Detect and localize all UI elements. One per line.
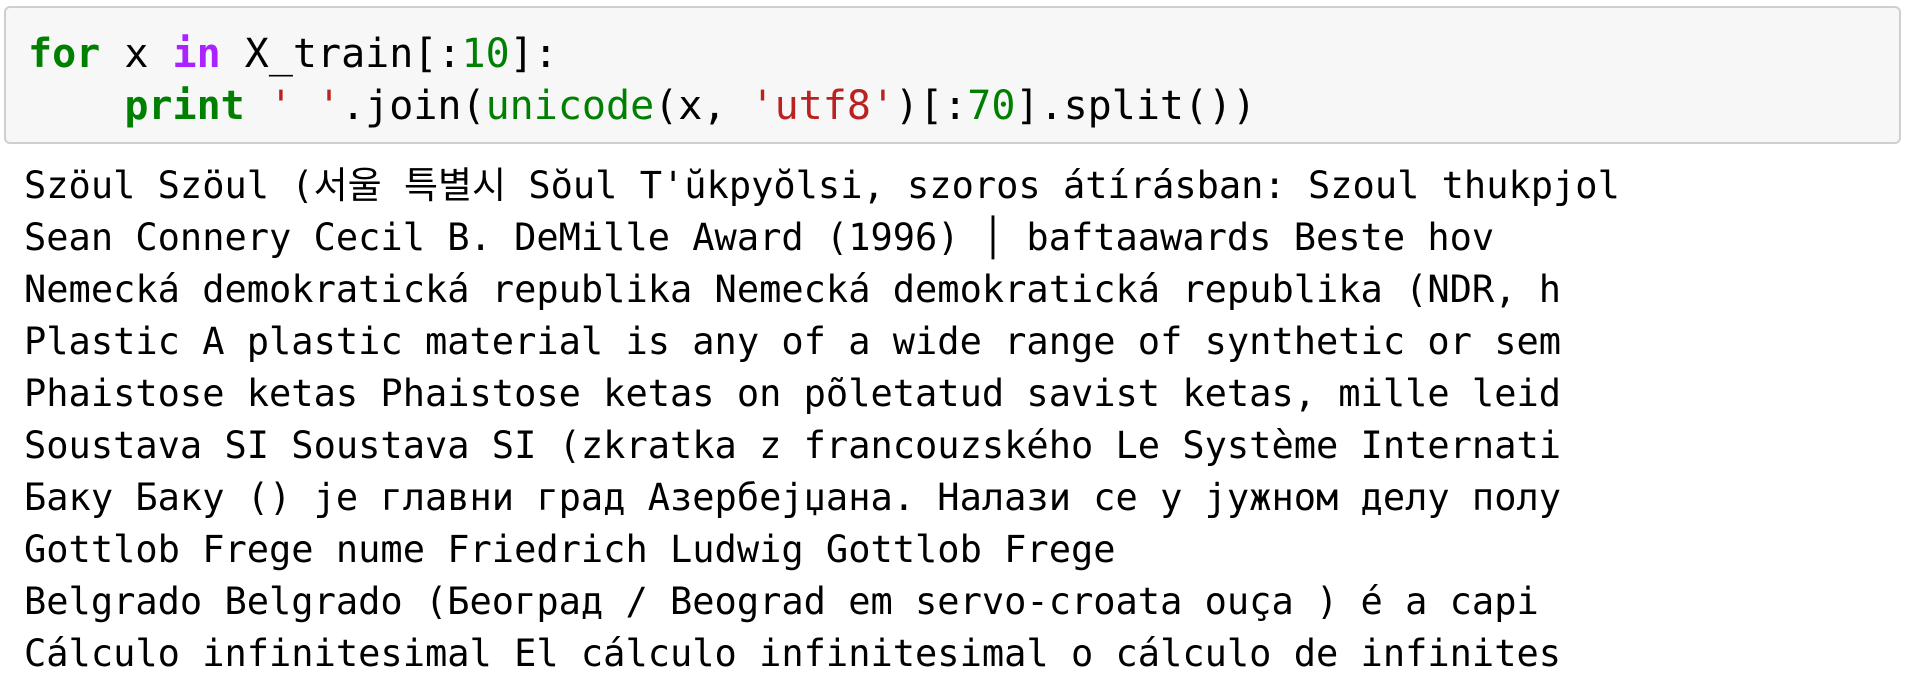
output-line: Nemecká demokratická republika Nemecká d… xyxy=(24,268,1562,311)
keyword-for: for xyxy=(28,31,101,77)
loop-variable: x xyxy=(100,31,173,77)
code-output-cell: Szöul Szöul (서울 특별시 Sŏul T'ŭkpyŏlsi, szo… xyxy=(24,160,1904,680)
keyword-print: print xyxy=(124,83,245,129)
output-line: Soustava SI Soustava SI (zkratka z franc… xyxy=(24,424,1562,467)
output-line: Cálculo infinitesimal El cálculo infinit… xyxy=(24,632,1562,675)
unicode-builtin: unicode xyxy=(485,83,655,129)
unicode-args: (x, xyxy=(654,83,751,129)
output-line: Phaistose ketas Phaistose ketas on põlet… xyxy=(24,372,1562,415)
encoding-string: 'utf8' xyxy=(750,83,896,129)
split-call: ].split()) xyxy=(1015,83,1257,129)
separator-string: ' ' xyxy=(268,83,342,129)
output-line: Gottlob Frege nume Friedrich Ludwig Gott… xyxy=(24,528,1116,571)
code-line-1: for x in X_train[:10]: xyxy=(28,28,558,80)
slice-number: 10 xyxy=(461,31,510,77)
slice-start: )[: xyxy=(895,83,968,129)
keyword-in: in xyxy=(172,31,221,77)
iterable-expression-start: X_train[: xyxy=(220,31,462,77)
output-line: Баку Баку () је главни град Азербејџана.… xyxy=(24,476,1562,519)
output-line: Szöul Szöul (서울 특별시 Sŏul T'ŭkpyŏlsi, szo… xyxy=(24,164,1620,207)
output-line: Plastic A plastic material is any of a w… xyxy=(24,320,1562,363)
join-call: .join( xyxy=(341,83,486,129)
iterable-expression-end: ]: xyxy=(509,31,558,77)
code-input-cell[interactable]: for x in X_train[:10]: print ' '.join(un… xyxy=(4,6,1901,144)
code-line-2: print ' '.join(unicode(x, 'utf8')[:70].s… xyxy=(28,80,1256,132)
output-line: Belgrado Belgrado (Београд / Beograd em … xyxy=(24,580,1539,623)
output-line: Sean Connery Cecil B. DeMille Award (199… xyxy=(24,216,1495,259)
slice-length: 70 xyxy=(967,83,1016,129)
